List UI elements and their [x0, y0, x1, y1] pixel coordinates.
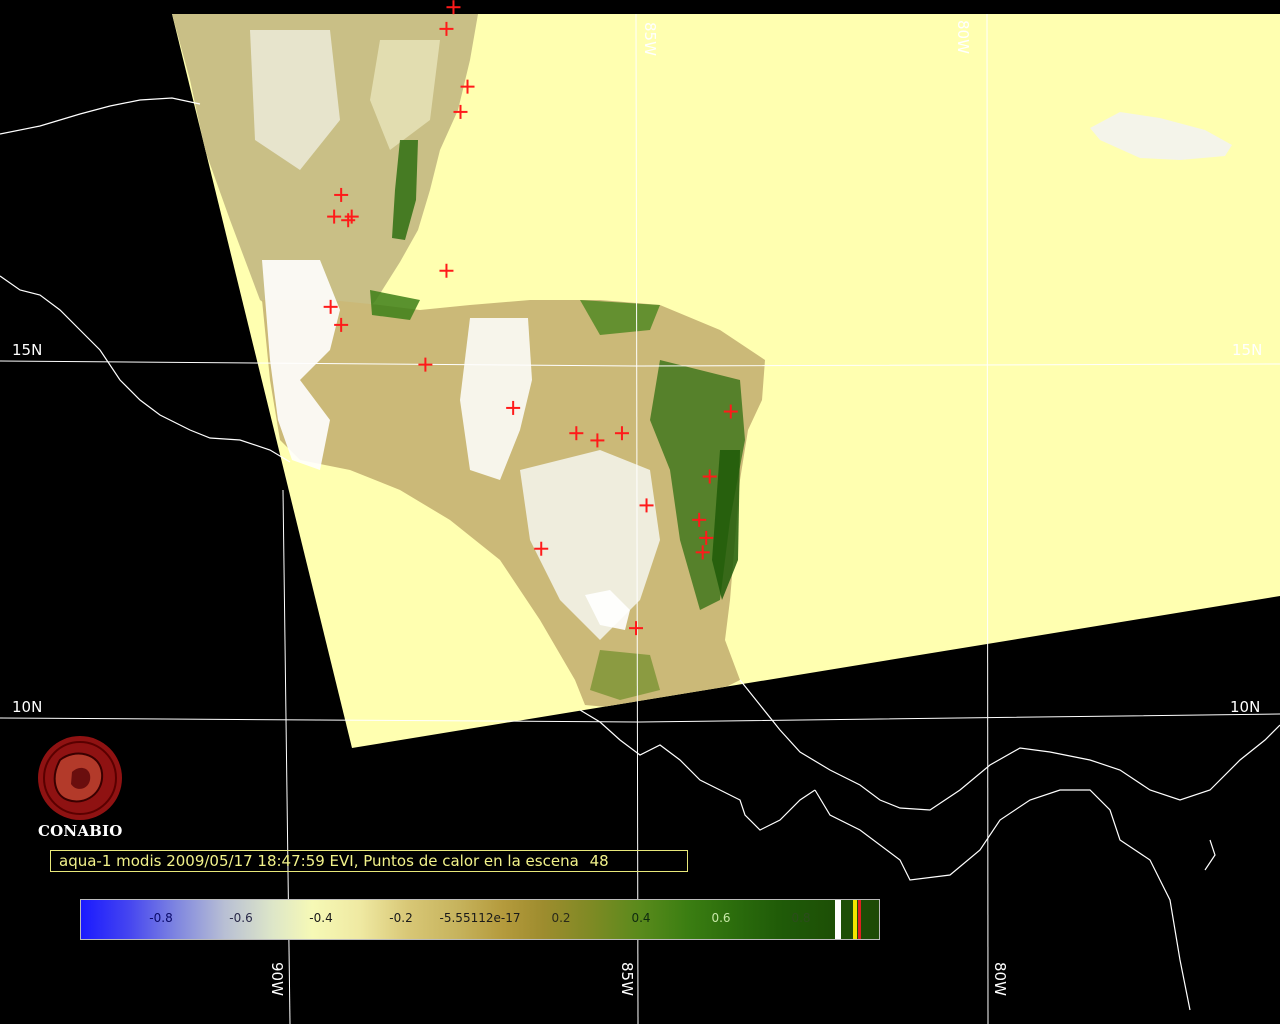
- forest-nicaragua-south: [590, 650, 660, 700]
- colorbar-tick: 0.6: [711, 911, 731, 925]
- lat-label-15n-left: 15N: [12, 341, 42, 359]
- lat-label-10n-right: 10N: [1230, 698, 1260, 716]
- lon-label-85w-top: 85W: [641, 22, 659, 56]
- lon-label-85w-bottom: 85W: [618, 962, 636, 996]
- lon-label-80w-top: 80W: [954, 20, 972, 54]
- colorbar-yellow-segment: [853, 900, 857, 939]
- lon-label-90w-bottom: 90W: [268, 962, 286, 996]
- colorbar-tick: -0.2: [389, 911, 413, 925]
- lat-label-10n-left: 10N: [12, 698, 42, 716]
- colorbar-tick: 0.2: [551, 911, 571, 925]
- lat-label-15n-right: 15N: [1232, 341, 1262, 359]
- colorbar-white-segment: [835, 900, 841, 939]
- lon-label-80w-bottom: 80W: [991, 962, 1009, 996]
- colorbar-tick: -0.8: [149, 911, 173, 925]
- conabio-name: CONABIO: [38, 822, 123, 840]
- evi-colorbar: -0.8 -0.6 -0.4 -0.2 -5.55112e-17 0.2 0.4…: [80, 899, 880, 940]
- colorbar-tick: -0.4: [309, 911, 333, 925]
- colorbar-tick: 0.8: [791, 911, 811, 925]
- caption-text: aqua-1 modis 2009/05/17 18:47:59 EVI, Pu…: [59, 852, 579, 870]
- colorbar-tick: 0.4: [631, 911, 651, 925]
- colorbar-tick: -0.6: [229, 911, 253, 925]
- conabio-logo: [38, 736, 122, 820]
- colorbar-tick: -5.55112e-17: [439, 911, 521, 925]
- hotspot-count: 48: [589, 852, 609, 870]
- colorbar-red-segment: [858, 900, 861, 939]
- scene-caption: aqua-1 modis 2009/05/17 18:47:59 EVI, Pu…: [50, 850, 688, 872]
